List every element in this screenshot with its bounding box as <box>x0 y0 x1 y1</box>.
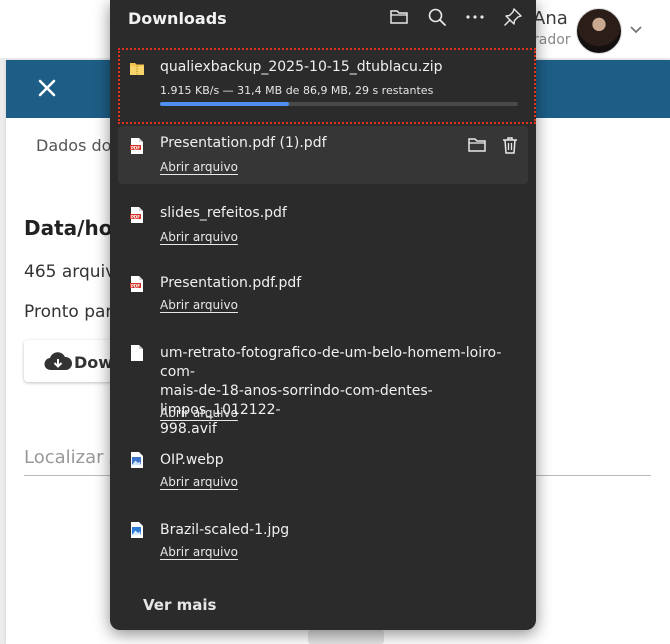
folder-icon[interactable] <box>388 6 410 28</box>
open-file-link[interactable]: Abrir arquivo <box>160 297 238 313</box>
open-file-link[interactable]: Abrir arquivo <box>160 474 238 490</box>
download-progress-fill <box>160 102 289 106</box>
open-file-link[interactable]: Abrir arquivo <box>160 544 238 560</box>
see-more-button[interactable]: Ver mais <box>143 596 216 614</box>
avatar[interactable] <box>576 8 622 54</box>
show-in-folder-icon[interactable] <box>466 134 488 156</box>
file-count-text: 465 arquiv <box>24 262 116 282</box>
download-filename: um-retrato-fotografico-de-um-belo-homem-… <box>160 344 520 439</box>
image-icon <box>129 521 145 539</box>
search-input[interactable]: Localizar A <box>24 447 122 468</box>
tab-dados[interactable]: Dados do <box>36 136 111 155</box>
filename-line: 998.avif <box>160 421 217 437</box>
svg-text:PDF: PDF <box>131 283 140 288</box>
close-icon[interactable] <box>34 75 60 101</box>
more-icon[interactable] <box>464 6 486 28</box>
pdf-icon: PDF <box>129 137 145 155</box>
download-filename: slides_refeitos.pdf <box>160 205 287 221</box>
active-download-filename: qualiexbackup_2025-10-15_dtublacu.zip <box>160 59 443 75</box>
pdf-icon: PDF <box>129 206 145 224</box>
search-icon[interactable] <box>426 6 448 28</box>
download-item[interactable]: Brazil-scaled-1.jpg Abrir arquivo <box>118 511 528 567</box>
pdf-icon: PDF <box>129 275 145 293</box>
download-item[interactable]: PDF slides_refeitos.pdf Abrir arquivo <box>118 196 528 252</box>
user-name: Ana <box>533 8 568 29</box>
download-filename: Presentation.pdf.pdf <box>160 275 302 291</box>
downloads-flyout: Downloads qualiexbackup_2025-10-15_dtubl… <box>110 0 536 630</box>
filename-line: um-retrato-fotografico-de-um-belo-homem-… <box>160 345 502 380</box>
user-role: rador <box>533 32 571 48</box>
svg-text:PDF: PDF <box>131 214 140 219</box>
download-filename: OIP.webp <box>160 452 224 468</box>
download-item[interactable]: PDF Presentation.pdf.pdf Abrir arquivo <box>118 265 528 321</box>
download-progress-bar <box>160 102 518 106</box>
cloud-download-icon <box>44 351 73 373</box>
status-text: Pronto par <box>24 302 113 322</box>
active-download-item[interactable]: qualiexbackup_2025-10-15_dtublacu.zip 1.… <box>118 48 536 124</box>
open-file-link[interactable]: Abrir arquivo <box>160 229 238 245</box>
image-icon <box>129 451 145 469</box>
section-heading: Data/hor <box>24 216 123 240</box>
open-file-link[interactable]: Abrir arquivo <box>160 159 238 175</box>
drag-handle[interactable] <box>308 630 384 644</box>
download-item[interactable]: um-retrato-fotografico-de-um-belo-homem-… <box>118 336 528 437</box>
download-filename: Brazil-scaled-1.jpg <box>160 522 290 538</box>
open-file-link[interactable]: Abrir arquivo <box>160 405 238 421</box>
delete-icon[interactable] <box>499 134 521 156</box>
download-progress-text: 1.915 KB/s — 31,4 MB de 86,9 MB, 29 s re… <box>160 84 434 97</box>
download-item[interactable]: PDF Presentation.pdf (1).pdf Abrir arqui… <box>118 126 528 184</box>
pin-icon[interactable] <box>502 6 524 28</box>
chevron-down-icon[interactable] <box>629 22 643 36</box>
download-item[interactable]: OIP.webp Abrir arquivo <box>118 441 528 497</box>
downloads-title: Downloads <box>128 9 227 28</box>
svg-text:PDF: PDF <box>131 145 140 150</box>
zip-folder-icon <box>129 60 145 78</box>
file-icon <box>129 344 145 362</box>
